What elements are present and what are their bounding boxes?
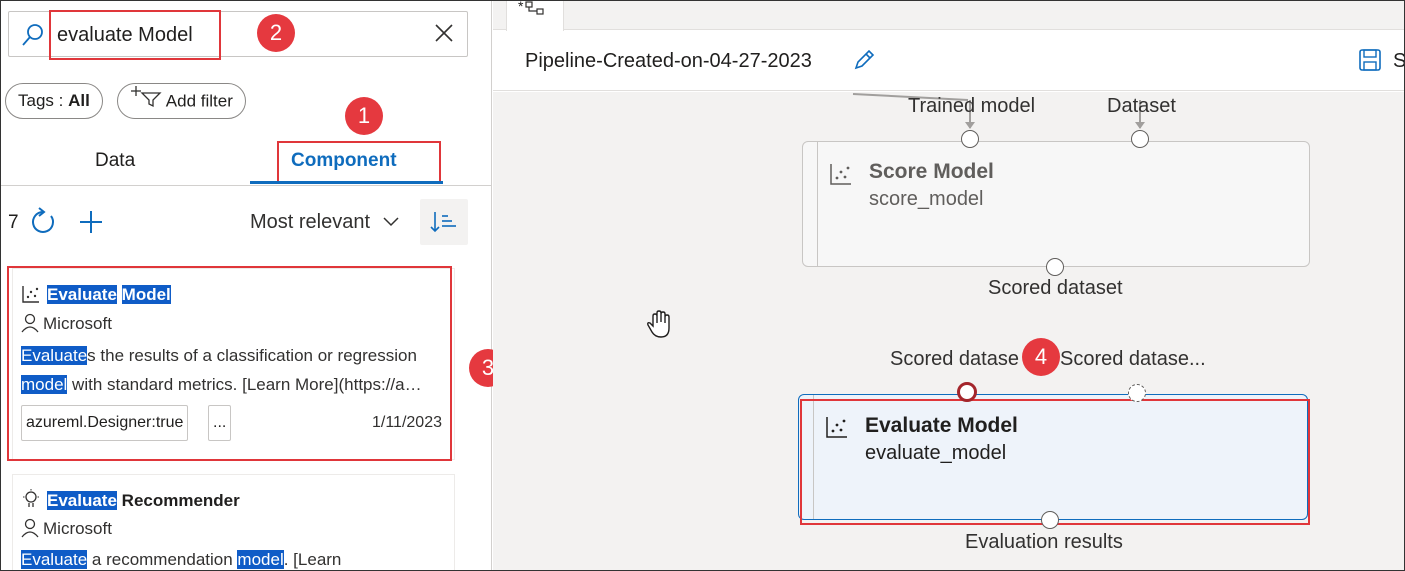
screenshot-frame [0,0,1405,571]
